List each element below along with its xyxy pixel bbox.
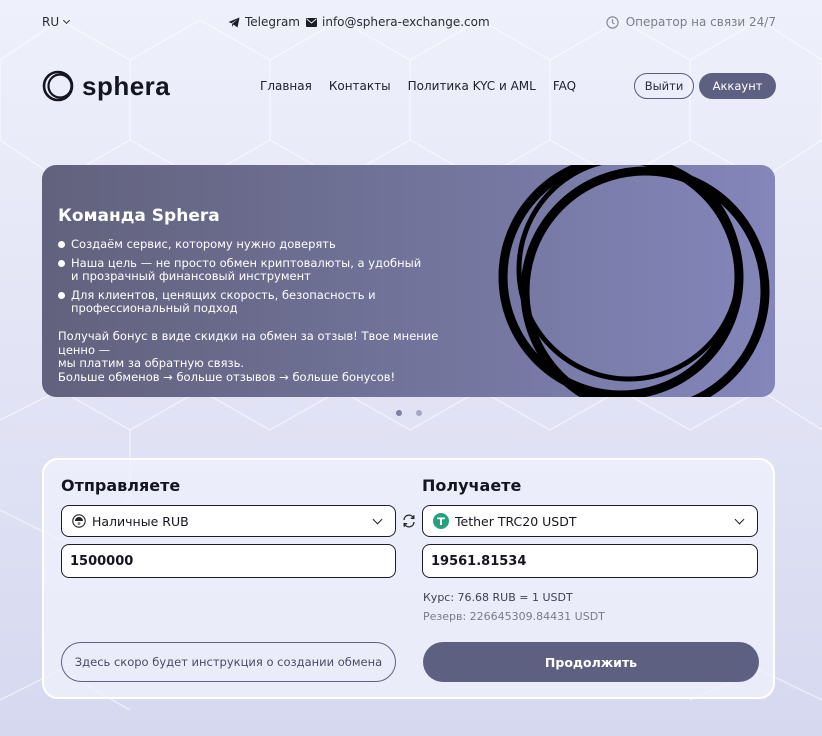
nav-faq[interactable]: FAQ	[553, 79, 576, 93]
banner-bullet: Для клиентов, ценящих скорость, безопасн…	[58, 289, 428, 315]
main-nav: Главная Контакты Политика KYC и AML FAQ	[260, 79, 576, 93]
banner-title: Команда Sphera	[58, 206, 220, 226]
send-amount-input[interactable]: 1500000	[61, 544, 396, 578]
operator-label: Оператор на связи 24/7	[625, 15, 776, 29]
chevron-down-icon	[372, 514, 383, 525]
language-label: RU	[42, 15, 60, 29]
promo-line: Больше обменов → больше отзывов → больше…	[58, 369, 396, 384]
email-label: info@sphera-exchange.com	[322, 15, 490, 29]
continue-button[interactable]: Продолжить	[423, 642, 759, 682]
sphera-logo-icon	[42, 70, 74, 102]
reserve-amount: Резерв: 226645309.84431 USDT	[423, 610, 605, 623]
language-selector[interactable]: RU	[42, 15, 71, 29]
promo-banner: Команда Sphera Создаём сервис, которому …	[42, 165, 775, 397]
tether-icon	[433, 513, 449, 529]
logo-text: sphera	[82, 70, 171, 101]
swap-icon[interactable]	[401, 513, 417, 529]
nav-kyc-aml[interactable]: Политика KYC и AML	[408, 79, 536, 93]
promo-line: Получай бонус в виде скидки на обмен за …	[58, 329, 439, 357]
clock-icon	[606, 15, 619, 29]
banner-promo-text: Получай бонус в виде скидки на обмен за …	[58, 329, 478, 384]
page: RU Telegram info@sphera-exchange.com Опе…	[0, 0, 822, 736]
cash-rub-icon	[72, 514, 86, 528]
banner-bullet: Наша цель — не просто обмен криптовалюты…	[58, 257, 428, 283]
telegram-label: Telegram	[245, 15, 300, 29]
banner-bullets: Создаём сервис, которому нужно доверять …	[58, 238, 428, 321]
email-link[interactable]: info@sphera-exchange.com	[306, 15, 490, 29]
receive-amount-input[interactable]: 19561.81534	[422, 544, 758, 578]
pagination-dot-1[interactable]	[396, 410, 402, 416]
promo-line: мы платим за обратную связь.	[58, 356, 245, 370]
nav-contacts[interactable]: Контакты	[329, 79, 391, 93]
telegram-icon	[228, 17, 240, 27]
logo[interactable]: sphera	[42, 70, 170, 102]
telegram-link[interactable]: Telegram	[228, 15, 300, 29]
rings-illustration	[498, 165, 770, 397]
chevron-down-icon	[63, 16, 71, 25]
nav-home[interactable]: Главная	[260, 79, 312, 93]
instruction-button[interactable]: Здесь скоро будет инструкция о создании …	[61, 642, 396, 682]
exchange-form: Отправляете Получаете Наличные RUB Tethe…	[42, 458, 775, 699]
banner-bullet: Создаём сервис, которому нужно доверять	[58, 238, 428, 251]
account-button[interactable]: Аккаунт	[699, 73, 776, 99]
top-bar: RU Telegram info@sphera-exchange.com Опе…	[42, 14, 776, 32]
receive-title: Получаете	[422, 476, 522, 495]
banner-pagination	[396, 410, 422, 416]
mail-icon	[306, 17, 317, 27]
send-currency-label: Наличные RUB	[92, 513, 189, 529]
receive-currency-select[interactable]: Tether TRC20 USDT	[422, 505, 758, 537]
header: sphera Главная Контакты Политика KYC и A…	[42, 70, 776, 102]
exchange-rate: Курс: 76.68 RUB = 1 USDT	[423, 591, 573, 604]
logout-button[interactable]: Выйти	[634, 73, 694, 99]
chevron-down-icon	[734, 514, 745, 525]
send-title: Отправляете	[61, 476, 181, 495]
receive-currency-label: Tether TRC20 USDT	[455, 513, 577, 529]
pagination-dot-2[interactable]	[416, 410, 422, 416]
operator-status: Оператор на связи 24/7	[606, 15, 776, 29]
send-currency-select[interactable]: Наличные RUB	[61, 505, 396, 537]
